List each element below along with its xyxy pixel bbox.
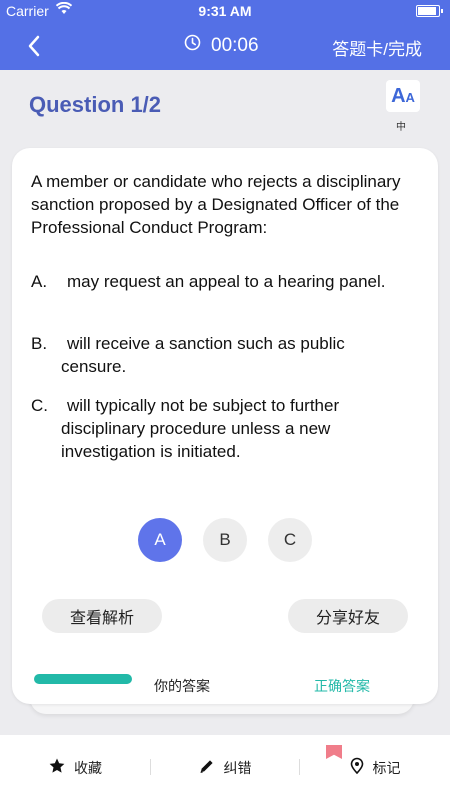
answer-button-a[interactable]: A bbox=[138, 518, 182, 562]
status-bar: Carrier 9:31 AM bbox=[0, 0, 450, 22]
option-text: will receive a sanction such as public c… bbox=[61, 334, 345, 376]
font-size-button[interactable]: AA bbox=[386, 80, 420, 112]
clock-icon bbox=[184, 34, 211, 57]
mark-button[interactable]: 标记 bbox=[299, 735, 450, 800]
correct-answer-label: 正确答案 bbox=[314, 678, 370, 694]
share-friends-button[interactable]: 分享好友 bbox=[288, 599, 408, 633]
answer-result-bar bbox=[34, 674, 132, 684]
nav-bar: 00:06 答题卡/完成 bbox=[0, 22, 450, 70]
option-letter: A. bbox=[31, 272, 48, 291]
option-b: B. will receive a sanction such as publi… bbox=[31, 332, 411, 378]
pencil-icon bbox=[198, 757, 224, 778]
option-text: may request an appeal to a hearing panel… bbox=[67, 272, 386, 291]
battery-icon bbox=[416, 5, 443, 17]
status-time: 9:31 AM bbox=[198, 3, 252, 19]
font-size-icon: AA bbox=[391, 84, 415, 107]
star-icon bbox=[48, 757, 74, 778]
option-letter: C. bbox=[31, 396, 48, 415]
answer-card-button[interactable]: 答题卡/完成 bbox=[332, 35, 422, 60]
bottom-toolbar: 收藏 纠错 标记 bbox=[0, 735, 450, 800]
question-title: Question 1/2 bbox=[29, 92, 162, 117]
question-stem: A member or candidate who rejects a disc… bbox=[31, 172, 401, 237]
location-pin-icon bbox=[349, 757, 373, 778]
report-error-label: 纠错 bbox=[223, 759, 252, 776]
question-card: A member or candidate who rejects a disc… bbox=[12, 148, 438, 704]
report-error-button[interactable]: 纠错 bbox=[150, 735, 299, 800]
timer-value: 00:06 bbox=[211, 34, 259, 56]
font-size-label: 中 bbox=[396, 122, 406, 133]
option-letter: B. bbox=[31, 334, 48, 353]
mark-label: 标记 bbox=[372, 759, 401, 776]
view-analysis-button[interactable]: 查看解析 bbox=[42, 599, 162, 633]
favorite-button[interactable]: 收藏 bbox=[0, 735, 150, 800]
option-text: will typically not be subject to further… bbox=[61, 396, 340, 461]
answer-button-b[interactable]: B bbox=[203, 518, 247, 562]
back-chevron-icon[interactable] bbox=[22, 32, 50, 60]
option-a: A. may request an appeal to a hearing pa… bbox=[31, 270, 411, 293]
favorite-label: 收藏 bbox=[74, 759, 102, 776]
your-answer-label: 你的答案 bbox=[154, 678, 210, 694]
answer-button-c[interactable]: C bbox=[268, 518, 312, 562]
option-c: C. will typically not be subject to furt… bbox=[31, 394, 411, 463]
answer-buttons: A B C bbox=[12, 518, 438, 562]
timer: 00:06 bbox=[184, 34, 259, 57]
